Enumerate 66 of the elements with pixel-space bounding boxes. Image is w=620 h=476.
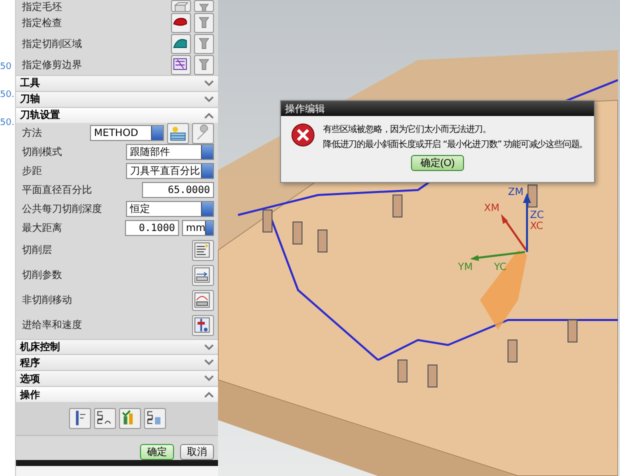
section-header[interactable]: 刀轴 <box>16 90 218 107</box>
number-input[interactable]: 65.0000 <box>142 182 214 198</box>
section-header[interactable]: 机床控制 <box>16 338 218 354</box>
tool-path-icon[interactable] <box>68 408 90 430</box>
surface-icon[interactable] <box>171 34 191 54</box>
section-header[interactable]: 刀轨设置 <box>16 106 218 123</box>
error-icon <box>291 123 315 147</box>
list-value: 50. <box>0 118 16 128</box>
geometry-label: 指定修剪边界 <box>22 58 83 72</box>
dialog-option-label: 进给率和速度 <box>22 318 83 332</box>
section-header[interactable]: 操作 <box>16 386 218 402</box>
field-label: 步距 <box>22 164 43 178</box>
geometry-label: 指定毛坯 <box>22 0 63 14</box>
arrow-plate-icon[interactable] <box>192 264 214 286</box>
feed-icon[interactable] <box>192 314 214 336</box>
dialog-option-label: 切削层 <box>22 244 53 258</box>
section-header[interactable]: 工具 <box>16 75 218 91</box>
ok-button[interactable]: 确定 <box>140 444 174 460</box>
dropdown[interactable]: 刀具平直百分比 <box>126 163 214 180</box>
axis-label: ZM <box>508 187 524 198</box>
shape-icon[interactable] <box>171 12 191 32</box>
clamp-drawing <box>528 184 538 208</box>
axis-label: YC <box>494 262 507 273</box>
field-label: 平面直径百分比 <box>22 184 93 198</box>
dialog-title: 操作编辑 <box>281 101 594 116</box>
section-header[interactable]: 程序 <box>16 354 218 370</box>
arc-plate-icon[interactable] <box>192 290 214 311</box>
x-axis-arrow <box>501 214 527 251</box>
clamp-drawing <box>292 222 302 244</box>
axis-label: ZC <box>530 210 544 221</box>
clamp-drawing <box>428 364 438 388</box>
sun-water-icon[interactable] <box>167 122 189 144</box>
y-axis-arrow <box>470 251 526 261</box>
clamp-drawing <box>262 210 272 232</box>
cancel-button[interactable]: 取消 <box>180 444 214 460</box>
method-dropdown[interactable]: METHOD <box>90 125 164 142</box>
list-value: 50. <box>0 90 16 100</box>
axis-label: XM <box>484 203 500 214</box>
clamp-drawing <box>392 194 402 218</box>
geometry-label: 指定检查 <box>22 16 63 30</box>
z-axis-arrow <box>523 193 531 252</box>
axis-label: XC <box>530 221 544 232</box>
clamp-drawing <box>398 360 408 382</box>
dropdown[interactable]: 恒定 <box>126 201 214 218</box>
layers-icon[interactable] <box>192 240 214 261</box>
clamp-drawing <box>318 230 328 252</box>
dialog-option-label: 非切削移动 <box>22 294 73 308</box>
clamp-drawing <box>508 340 518 362</box>
dialog-option-label: 切削参数 <box>22 268 63 282</box>
field-label: 公共每刀切削深度 <box>22 202 103 216</box>
message-text: 有些区域被忽略，因为它们太小而无法进刀。 <box>323 124 492 136</box>
message-text: 降低进刀的最小斜面长度或开启 “最小化进刀数” 功能可减少这些问题。 <box>323 138 588 151</box>
ok-button[interactable]: 确定(O) <box>411 155 464 171</box>
verify-chart-icon[interactable] <box>118 408 140 430</box>
boundary-icon[interactable] <box>171 54 191 74</box>
field-label: 最大距离 <box>22 222 63 236</box>
unit-dropdown[interactable]: mm <box>182 220 214 236</box>
dropdown[interactable]: 跟随部件 <box>126 144 214 160</box>
number-input[interactable]: 0.1000 <box>125 220 179 236</box>
geometry-label: 指定切削区域 <box>22 38 83 50</box>
field-label: 切削模式 <box>22 146 63 160</box>
list-value: 50 <box>0 62 12 72</box>
field-label: 方法 <box>22 126 43 140</box>
section-header[interactable]: 选项 <box>16 370 218 386</box>
axis-label: YM <box>458 262 473 273</box>
clamp-drawing <box>568 320 578 342</box>
